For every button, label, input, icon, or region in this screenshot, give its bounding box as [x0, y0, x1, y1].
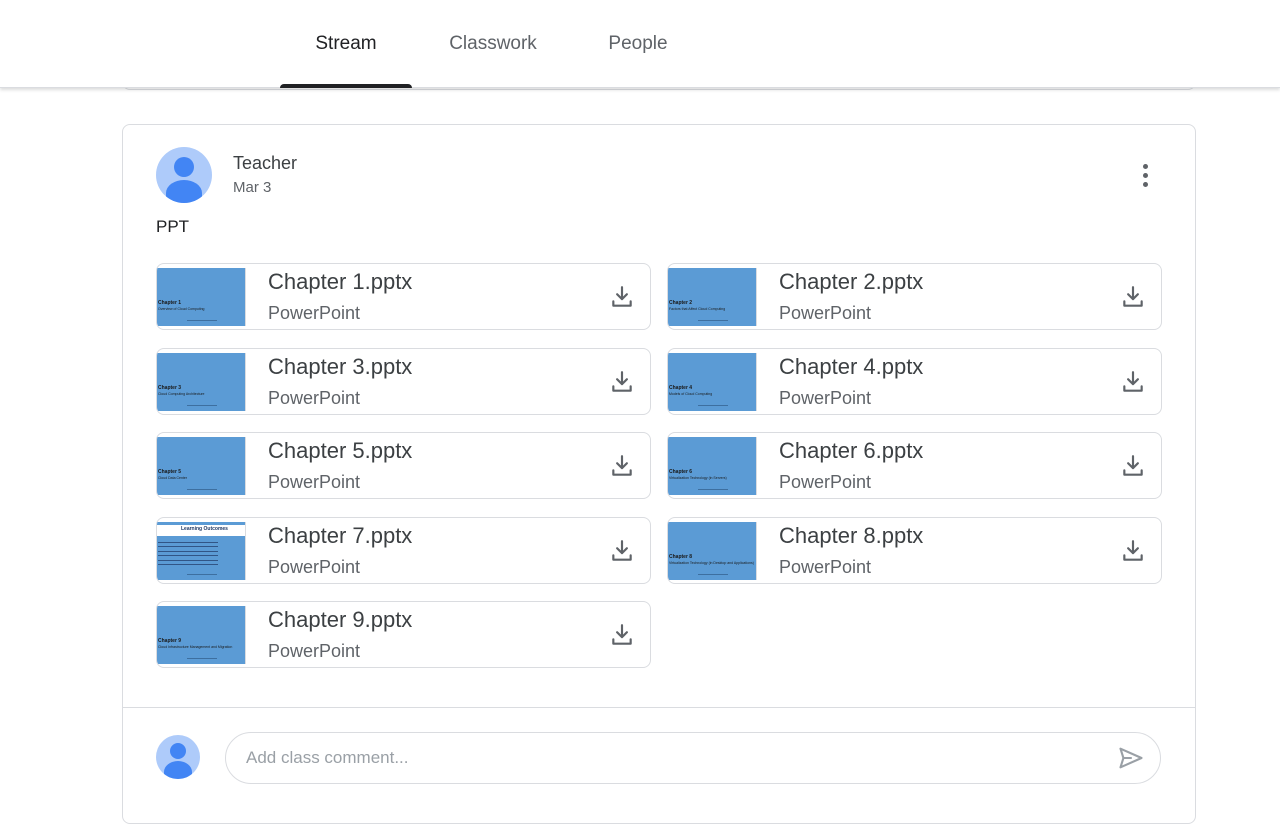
attachment-thumbnail: Chapter 1 Overview of Cloud Computing — [157, 268, 246, 326]
download-icon[interactable] — [609, 622, 635, 648]
attachment-name: Chapter 3.pptx — [268, 354, 413, 379]
more-options-icon[interactable] — [1131, 159, 1159, 191]
attachment-name: Chapter 4.pptx — [779, 354, 924, 379]
attachment-name: Chapter 8.pptx — [779, 523, 924, 548]
download-icon[interactable] — [609, 538, 635, 564]
download-icon[interactable] — [1120, 538, 1146, 564]
attachment-name: Chapter 5.pptx — [268, 438, 413, 463]
post-text: PPT — [156, 217, 190, 236]
download-icon[interactable] — [1120, 453, 1146, 479]
attachment-thumbnail: Chapter 9 Cloud Infrastructure Managemen… — [157, 606, 246, 664]
attachment-chapter-7[interactable]: Learning Outcomes Chapter 7.pptx PowerPo… — [156, 517, 651, 584]
announcement-card: Teacher Mar 3 PPT Chapter 1 Overview of … — [122, 124, 1196, 824]
send-icon[interactable] — [1116, 744, 1146, 772]
attachment-chapter-6[interactable]: Chapter 6 Virtualization Technology (in … — [667, 432, 1162, 499]
attachment-name: Chapter 7.pptx — [268, 523, 413, 548]
attachment-name: Chapter 6.pptx — [779, 438, 924, 463]
download-icon[interactable] — [1120, 284, 1146, 310]
download-icon[interactable] — [1120, 369, 1146, 395]
attachment-thumbnail: Learning Outcomes — [157, 522, 246, 580]
attachment-thumbnail: Chapter 5 Cloud Data Center — [157, 437, 246, 495]
attachment-chapter-3[interactable]: Chapter 3 Cloud Computing Architecture C… — [156, 348, 651, 415]
download-icon[interactable] — [609, 369, 635, 395]
attachment-type: PowerPoint — [268, 388, 361, 408]
post-date: Mar 3 — [233, 179, 272, 196]
attachment-type: PowerPoint — [779, 303, 872, 323]
attachment-name: Chapter 1.pptx — [268, 269, 413, 294]
attachment-thumbnail: Chapter 3 Cloud Computing Architecture — [157, 353, 246, 411]
download-icon[interactable] — [609, 284, 635, 310]
attachment-type: PowerPoint — [268, 303, 361, 323]
attachment-type: PowerPoint — [268, 557, 361, 577]
attachment-type: PowerPoint — [779, 388, 872, 408]
attachment-chapter-4[interactable]: Chapter 4 Models of Cloud Computing Chap… — [667, 348, 1162, 415]
attachment-type: PowerPoint — [268, 472, 361, 492]
user-avatar — [156, 735, 200, 779]
attachment-thumbnail: Chapter 8 Virtualization Technology (in … — [668, 522, 757, 580]
tab-people[interactable]: People — [590, 0, 686, 88]
attachment-chapter-5[interactable]: Chapter 5 Cloud Data Center Chapter 5.pp… — [156, 432, 651, 499]
attachment-chapter-8[interactable]: Chapter 8 Virtualization Technology (in … — [667, 517, 1162, 584]
attachment-thumbnail: Chapter 2 Factors that Affect Cloud Comp… — [668, 268, 757, 326]
attachment-type: PowerPoint — [779, 557, 872, 577]
attachment-type: PowerPoint — [268, 641, 361, 661]
attachment-chapter-9[interactable]: Chapter 9 Cloud Infrastructure Managemen… — [156, 601, 651, 668]
top-bar: Stream Classwork People — [0, 0, 1280, 88]
post-author: Teacher — [233, 153, 298, 173]
attachment-type: PowerPoint — [779, 472, 872, 492]
comment-divider — [123, 707, 1195, 708]
attachment-thumbnail: Chapter 4 Models of Cloud Computing — [668, 353, 757, 411]
tab-stream[interactable]: Stream — [280, 0, 412, 88]
attachment-chapter-1[interactable]: Chapter 1 Overview of Cloud Computing Ch… — [156, 263, 651, 330]
attachment-name: Chapter 9.pptx — [268, 607, 413, 632]
attachment-name: Chapter 2.pptx — [779, 269, 924, 294]
class-comment-input[interactable] — [225, 732, 1161, 784]
attachment-thumbnail: Chapter 6 Virtualization Technology (in … — [668, 437, 757, 495]
download-icon[interactable] — [609, 453, 635, 479]
attachment-chapter-2[interactable]: Chapter 2 Factors that Affect Cloud Comp… — [667, 263, 1162, 330]
teacher-avatar — [156, 147, 212, 203]
tab-classwork[interactable]: Classwork — [428, 0, 558, 88]
